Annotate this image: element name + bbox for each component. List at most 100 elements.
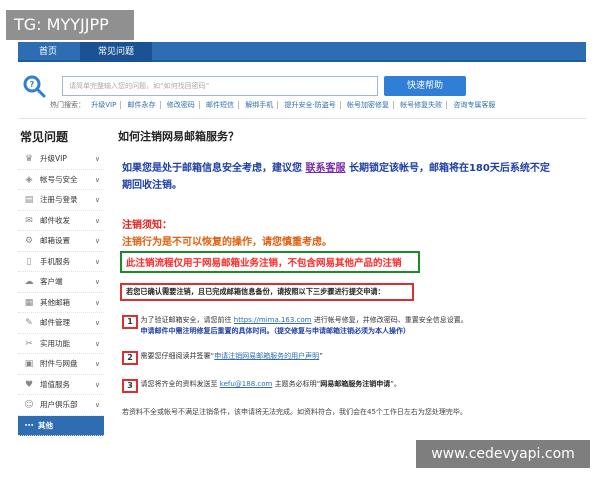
step-text-c: ”。 [390, 380, 401, 388]
hot-link[interactable]: 修改密码 [162, 101, 200, 109]
sidebar-item-label: 帐号与安全 [40, 174, 78, 184]
hot-link[interactable]: 升级VIP [87, 101, 122, 109]
tab-home[interactable]: 首页 [18, 42, 78, 62]
sidebar-item-label: 客户端 [40, 277, 63, 286]
sidebar-item-label: 手机服务 [40, 256, 70, 266]
chevron-down-icon: ∨ [94, 339, 100, 348]
sidebar: 常见问题 ♛ 升级VIP ∨ ◈ 帐号与安全 ∨ ▤ 注册与登录 ∨ ✉ 邮件收发 ∨ ⚙ 邮箱设… [18, 128, 104, 436]
sidebar-item-label: 用户俱乐部 [40, 400, 78, 409]
sidebar-item-label: 其他 [38, 420, 53, 430]
sidebar-item-other[interactable]: ⋯ 其他 [18, 415, 104, 436]
sidebar-item-vip[interactable]: ♛ 升级VIP ∨ [18, 149, 104, 170]
tool-icon: ✂ [25, 338, 33, 349]
chevron-down-icon: ∨ [94, 401, 100, 409]
cloud-icon: ☁ [24, 277, 34, 287]
scope-notice: 此注销流程仅用于网易邮箱业务注销，不包含网易其他产品的注销 [120, 251, 420, 273]
step-text: 需要您仔细阅读并签署“申请注销网易邮箱服务的用户声明” [141, 351, 551, 362]
step-2: 2 需要您仔细阅读并签署“申请注销网易邮箱服务的用户声明” [118, 351, 588, 365]
sidebar-item-label: 升级VIP [40, 154, 67, 163]
sidebar-item-label: 邮件管理 [40, 318, 70, 327]
sidebar-title: 常见问题 [20, 130, 69, 144]
sidebar-item-label: 邮箱设置 [40, 236, 70, 245]
hot-link[interactable]: 解绑手机 [241, 101, 279, 109]
phone-icon: ▯ [26, 256, 32, 267]
notice-warning: 注销行为是不可以恢复的操作，请您慎重考虑。 [122, 237, 332, 248]
sidebar-item-phone[interactable]: ▯ 手机服务 ∨ [18, 252, 104, 272]
step-number: 2 [122, 351, 138, 365]
sidebar-item-client[interactable]: ☁ 客户端 ∨ [18, 272, 104, 293]
step-text-a: 为了验证邮箱安全，请您前往 [140, 316, 232, 324]
article: 如何注销网易邮箱服务？ 如果您是处于邮箱信息安全考虑，建议您 联系客服 长期锁定… [118, 128, 588, 417]
sidebar-item-tools[interactable]: ✂ 实用功能 ∨ [18, 334, 104, 354]
hot-link[interactable]: 邮件短信 [202, 101, 240, 109]
steps-intro: 若您已确认需要注销，且已完成邮箱信息备份，请按照以下三步骤进行提交申请： [120, 283, 414, 301]
page-title: 如何注销网易邮箱服务？ [118, 130, 239, 143]
svg-text:?: ? [30, 80, 35, 89]
clip-icon: ▣ [24, 359, 34, 369]
footnote: 若资料不全或帐号不满足注销条件，该申请将无法完成。如资料符合，我们会在45个工作… [122, 408, 467, 416]
chevron-down-icon: ∨ [94, 298, 100, 307]
chevron-down-icon: ∨ [94, 257, 100, 266]
mailbox-icon: ▦ [24, 297, 34, 308]
hot-link[interactable]: 提升安全·防盗号 [280, 101, 341, 109]
sidebar-item-value-added[interactable]: ♥ 增值服务 ∨ [18, 375, 104, 395]
chevron-down-icon: ∨ [94, 237, 100, 245]
sidebar-item-register[interactable]: ▤ 注册与登录 ∨ [18, 190, 104, 211]
step-text-b: ” [319, 352, 323, 360]
chevron-down-icon: ∨ [94, 216, 100, 225]
step-text-b: 主题务必标明“ [274, 380, 321, 388]
crown-icon: ♛ [24, 154, 34, 164]
sidebar-item-label: 邮件收发 [40, 215, 70, 225]
top-nav: 首页 常见问题 [18, 42, 586, 62]
mima-link[interactable]: https://mima.163.com [234, 316, 312, 324]
sidebar-item-club[interactable]: ☺ 用户俱乐部 ∨ [18, 395, 104, 416]
hot-link[interactable]: 邮件永存 [123, 101, 161, 109]
sidebar-item-label: 附件与网盘 [40, 359, 78, 368]
sidebar-item-label: 增值服务 [40, 379, 70, 389]
intro-text-a: 如果您是处于邮箱信息安全考虑，建议您 [122, 163, 302, 174]
sidebar-item-account[interactable]: ◈ 帐号与安全 ∨ [18, 170, 104, 190]
sidebar-item-label: 其他邮箱 [40, 297, 70, 307]
step-1: 1 为了验证邮箱安全，请您前往 https://mima.163.com 进行帐… [118, 315, 588, 337]
heart-icon: ♥ [24, 379, 34, 390]
search-icon: ? [23, 75, 46, 98]
hot-search: 热门搜索： 升级VIP 邮件永存 修改密码 邮件短信 解绑手机 提升安全·防盗号… [50, 100, 499, 110]
divider [18, 118, 586, 119]
sidebar-item-mail-manage[interactable]: ✎ 邮件管理 ∨ [18, 313, 104, 334]
chevron-down-icon: ∨ [94, 380, 100, 389]
search-input[interactable]: 请简单完整输入您的问题，如“如何找回密码” [62, 76, 378, 96]
step-text: 请您将齐全的资料发送至 kefu@188.com 主题务必标明“网易邮箱服务注销… [141, 379, 551, 390]
notice-title: 注销须知： [122, 220, 172, 231]
tab-faq[interactable]: 常见问题 [80, 42, 152, 62]
hot-link[interactable]: 帐号加密修复 [342, 101, 394, 109]
sidebar-item-settings[interactable]: ⚙ 邮箱设置 ∨ [18, 231, 104, 252]
hot-link[interactable]: 帐号修复失败 [396, 101, 448, 109]
doc-icon: ▤ [24, 195, 34, 205]
hot-link[interactable]: 咨询专属客服 [449, 101, 499, 109]
step-number: 1 [122, 315, 138, 329]
chevron-down-icon: ∨ [94, 319, 100, 327]
step-text-strong: 网易邮箱服务注销申请 [320, 380, 391, 388]
sidebar-item-mail[interactable]: ✉ 邮件收发 ∨ [18, 211, 104, 231]
search-area: ? 请简单完整输入您的问题，如“如何找回密码” 快速帮助 热门搜索： 升级VIP… [18, 66, 586, 116]
dots-icon: ⋯ [24, 420, 34, 431]
hot-search-label: 热门搜索： [50, 101, 85, 109]
chevron-down-icon: ∨ [94, 155, 100, 163]
pencil-icon: ✎ [25, 318, 33, 328]
user-declaration-link[interactable]: 申请注销网易邮箱服务的用户声明 [214, 352, 319, 360]
sidebar-item-label: 实用功能 [40, 338, 70, 348]
step-3: 3 请您将齐全的资料发送至 kefu@188.com 主题务必标明“网易邮箱服务… [118, 379, 588, 393]
intro-text: 如果您是处于邮箱信息安全考虑，建议您 联系客服 长期锁定该帐号，邮箱将在180天… [118, 160, 558, 194]
step-number: 3 [122, 379, 138, 393]
step-text-b: 进行帐号修复，并修改密码、重置安全信息设置。 [313, 316, 468, 324]
sidebar-item-other-mailbox[interactable]: ▦ 其他邮箱 ∨ [18, 293, 104, 313]
step-text-a: 需要您仔细阅读并签署“ [140, 352, 215, 360]
user-icon: ☺ [24, 400, 34, 410]
quick-help-button[interactable]: 快速帮助 [384, 76, 466, 96]
sidebar-item-attachments[interactable]: ▣ 附件与网盘 ∨ [18, 354, 104, 375]
contact-support-link[interactable]: 联系客服 [305, 163, 345, 174]
shield-icon: ◈ [25, 174, 33, 185]
email-link[interactable]: kefu@188.com [220, 380, 273, 388]
sidebar-item-label: 注册与登录 [40, 195, 78, 204]
chevron-down-icon: ∨ [94, 196, 100, 204]
